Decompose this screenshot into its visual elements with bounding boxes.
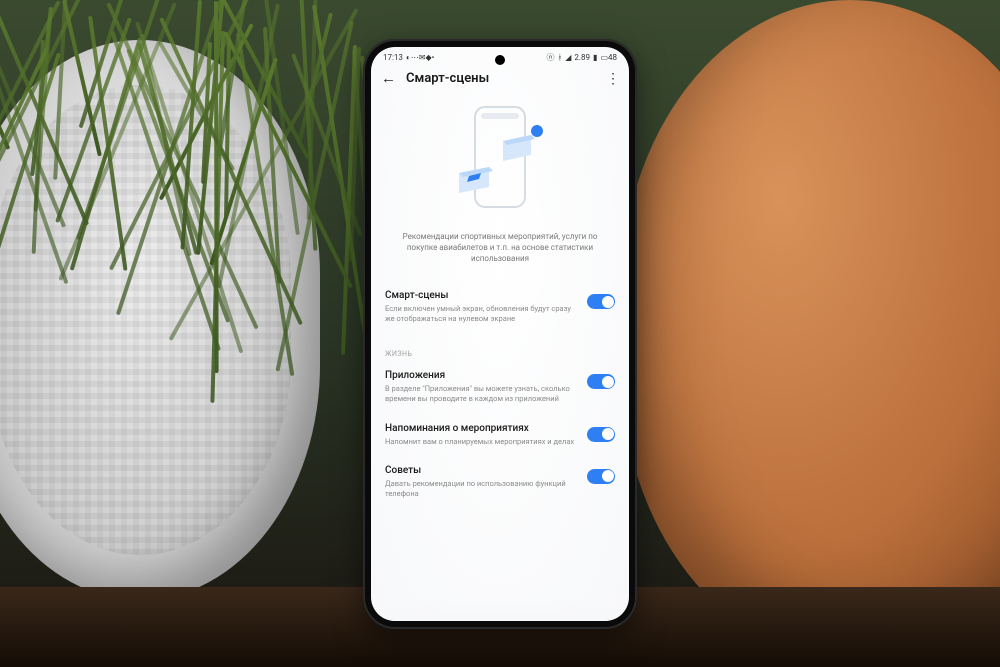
setting-tips[interactable]: Советы Давать рекомендации по использова… [385,457,615,509]
header-illustration [371,97,629,231]
toggle-smart-scenes[interactable] [587,294,615,309]
notification-icons: ◐⋯✉◆• [406,53,434,62]
right-plant-pot [620,0,1000,660]
smartphone-device: 17:13 ◐⋯✉◆• ⓝ ᚼ ◢ 2.89 ▮ ▭48 ← Смарт-сце… [363,39,637,629]
punch-hole-camera [495,55,505,65]
toggle-tips[interactable] [587,469,615,484]
left-plant-pot [0,40,320,600]
battery-icon: ▭48 [600,53,617,62]
header-caption: Рекомендации спортивных мероприятий, усл… [371,231,629,265]
wifi-icon: ◢ [565,53,571,62]
setting-desc: В разделе "Приложения" вы можете узнать,… [385,384,577,404]
setting-smart-scenes[interactable]: Смарт-сцены Если включен умный экран, об… [385,282,615,334]
signal-icon: ▮ [593,53,597,62]
settings-list: Смарт-сцены Если включен умный экран, об… [371,264,629,509]
setting-label: Приложения [385,370,577,381]
bluetooth-icon: ᚼ [557,53,562,62]
nfc-icon: ⓝ [546,52,554,63]
setting-apps[interactable]: Приложения В разделе "Приложения" вы мож… [385,362,615,414]
setting-event-reminders[interactable]: Напоминания о мероприятиях Напомнит вам … [385,415,615,457]
phone-screen: 17:13 ◐⋯✉◆• ⓝ ᚼ ◢ 2.89 ▮ ▭48 ← Смарт-сце… [371,47,629,621]
back-button[interactable]: ← [381,71,396,86]
section-header-life: ЖИЗНЬ [385,334,615,362]
setting-label: Напоминания о мероприятиях [385,423,577,434]
page-title: Смарт-сцены [406,71,596,86]
setting-label: Смарт-сцены [385,290,577,301]
app-bar: ← Смарт-сцены ⋮ [371,65,629,97]
system-icons: ⓝ ᚼ ◢ 2.89 ▮ ▭48 [546,52,617,63]
toggle-apps[interactable] [587,374,615,389]
setting-desc: Если включен умный экран, обновления буд… [385,304,577,324]
network-speed: 2.89 [574,53,590,62]
clock: 17:13 [383,53,403,62]
setting-desc: Напомнит вам о планируемых мероприятиях … [385,437,577,447]
screen-fade [371,595,629,621]
overflow-menu-button[interactable]: ⋮ [606,71,619,87]
setting-label: Советы [385,465,577,476]
setting-desc: Давать рекомендации по использованию фун… [385,479,577,499]
toggle-event-reminders[interactable] [587,427,615,442]
